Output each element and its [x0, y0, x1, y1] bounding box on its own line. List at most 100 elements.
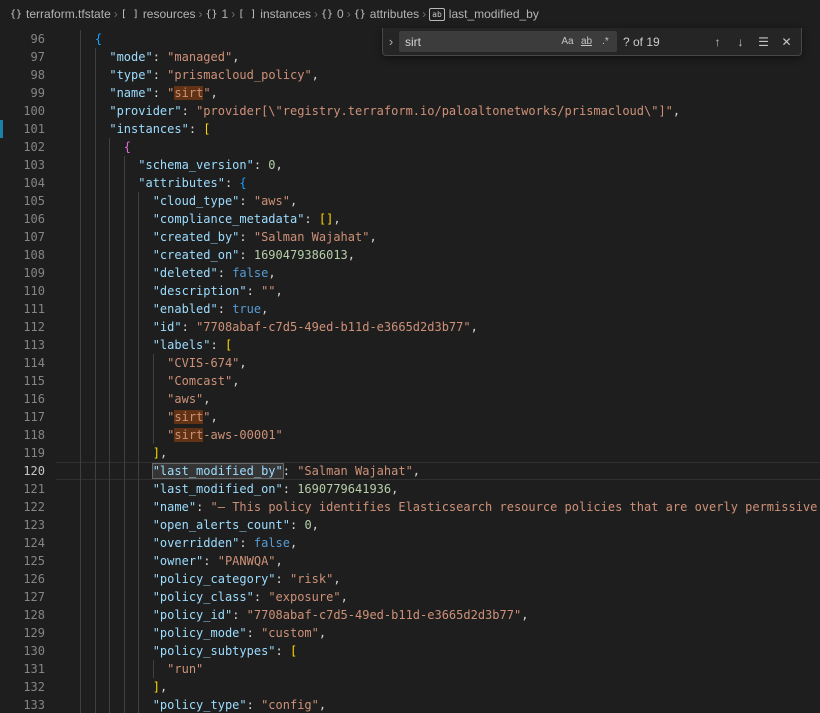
code-line[interactable]: 119 ],: [0, 444, 820, 462]
code-line[interactable]: 131 "run": [0, 660, 820, 678]
line-number[interactable]: 128: [0, 606, 45, 624]
line-number[interactable]: 111: [0, 300, 45, 318]
breadcrumb-separator-icon: ›: [422, 7, 426, 21]
braces-icon: {}: [10, 9, 22, 20]
breadcrumb-item-terraform.tfstate[interactable]: {}terraform.tfstate: [10, 7, 111, 21]
toggle-replace-icon[interactable]: ›: [383, 28, 399, 55]
line-number[interactable]: 121: [0, 480, 45, 498]
breadcrumb-label: instances: [260, 7, 311, 21]
find-input[interactable]: [405, 35, 558, 49]
line-number[interactable]: 100: [0, 102, 45, 120]
code-line[interactable]: 98 "type": "prismacloud_policy",: [0, 66, 820, 84]
breadcrumb-item-0[interactable]: {}0: [321, 7, 344, 21]
breadcrumb-item-last_modified_by[interactable]: ablast_modified_by: [429, 7, 539, 21]
code-line[interactable]: 110 "description": "",: [0, 282, 820, 300]
code-line[interactable]: 126 "policy_category": "risk",: [0, 570, 820, 588]
line-number[interactable]: 98: [0, 66, 45, 84]
code-line[interactable]: 128 "policy_id": "7708abaf-c7d5-49ed-b11…: [0, 606, 820, 624]
line-number[interactable]: 108: [0, 246, 45, 264]
line-content: "enabled": true,: [66, 300, 820, 318]
code-line[interactable]: 112 "id": "7708abaf-c7d5-49ed-b11d-e3665…: [0, 318, 820, 336]
code-line[interactable]: 109 "deleted": false,: [0, 264, 820, 282]
line-number[interactable]: 133: [0, 696, 45, 713]
code-line[interactable]: 100 "provider": "provider[\"registry.ter…: [0, 102, 820, 120]
line-number[interactable]: 126: [0, 570, 45, 588]
breadcrumb-item-resources[interactable]: [ ]resources: [121, 7, 196, 21]
code-line[interactable]: 106 "compliance_metadata": [],: [0, 210, 820, 228]
line-number[interactable]: 129: [0, 624, 45, 642]
find-in-selection-button[interactable]: ☰: [753, 32, 774, 52]
line-number[interactable]: 131: [0, 660, 45, 678]
code-line[interactable]: 125 "owner": "PANWQA",: [0, 552, 820, 570]
code-line[interactable]: 120 "last_modified_by": "Salman Wajahat"…: [0, 462, 820, 480]
code-line[interactable]: 101 "instances": [: [0, 120, 820, 138]
line-number[interactable]: 96: [0, 30, 45, 48]
line-number[interactable]: 130: [0, 642, 45, 660]
breadcrumb-item-1[interactable]: {}1: [206, 7, 229, 21]
breadcrumb-item-attributes[interactable]: {}attributes: [354, 7, 419, 21]
line-number[interactable]: 102: [0, 138, 45, 156]
line-number[interactable]: 105: [0, 192, 45, 210]
code-line[interactable]: 99 "name": "sirt",: [0, 84, 820, 102]
line-number[interactable]: 113: [0, 336, 45, 354]
line-number[interactable]: 110: [0, 282, 45, 300]
code-line[interactable]: 122 "name": "– This policy identifies El…: [0, 498, 820, 516]
line-content: "last_modified_by": "Salman Wajahat",: [66, 462, 820, 480]
line-number[interactable]: 115: [0, 372, 45, 390]
line-number[interactable]: 106: [0, 210, 45, 228]
breadcrumb-label: 1: [222, 7, 229, 21]
line-number[interactable]: 125: [0, 552, 45, 570]
line-number[interactable]: 116: [0, 390, 45, 408]
code-line[interactable]: 123 "open_alerts_count": 0,: [0, 516, 820, 534]
code-line[interactable]: 116 "aws",: [0, 390, 820, 408]
previous-match-button[interactable]: ↑: [707, 32, 728, 52]
code-line[interactable]: 113 "labels": [: [0, 336, 820, 354]
code-line[interactable]: 102 {: [0, 138, 820, 156]
code-line[interactable]: 124 "overridden": false,: [0, 534, 820, 552]
line-number[interactable]: 109: [0, 264, 45, 282]
code-line[interactable]: 121 "last_modified_on": 1690779641936,: [0, 480, 820, 498]
line-number[interactable]: 99: [0, 84, 45, 102]
code-line[interactable]: 127 "policy_class": "exposure",: [0, 588, 820, 606]
code-line[interactable]: 104 "attributes": {: [0, 174, 820, 192]
line-number[interactable]: 127: [0, 588, 45, 606]
line-number[interactable]: 117: [0, 408, 45, 426]
line-number[interactable]: 122: [0, 498, 45, 516]
code-line[interactable]: 129 "policy_mode": "custom",: [0, 624, 820, 642]
line-number[interactable]: 114: [0, 354, 45, 372]
line-number[interactable]: 103: [0, 156, 45, 174]
code-line[interactable]: 118 "sirt-aws-00001": [0, 426, 820, 444]
line-number[interactable]: 101: [0, 120, 45, 138]
code-line[interactable]: 111 "enabled": true,: [0, 300, 820, 318]
code-line[interactable]: 115 "Comcast",: [0, 372, 820, 390]
match-case-button[interactable]: Aa: [558, 33, 577, 50]
line-number[interactable]: 104: [0, 174, 45, 192]
line-number[interactable]: 132: [0, 678, 45, 696]
code-line[interactable]: 105 "cloud_type": "aws",: [0, 192, 820, 210]
regex-button[interactable]: .*: [596, 33, 615, 50]
line-number[interactable]: 97: [0, 48, 45, 66]
code-text: "mode": "managed",: [66, 50, 239, 64]
close-button[interactable]: ✕: [776, 32, 797, 52]
next-match-button[interactable]: ↓: [730, 32, 751, 52]
line-number[interactable]: 123: [0, 516, 45, 534]
line-number[interactable]: 107: [0, 228, 45, 246]
code-line[interactable]: 117 "sirt",: [0, 408, 820, 426]
token: ,: [160, 446, 167, 460]
code-line[interactable]: 108 "created_on": 1690479386013,: [0, 246, 820, 264]
line-number[interactable]: 119: [0, 444, 45, 462]
breadcrumb-item-instances[interactable]: [ ]instances: [238, 7, 311, 21]
token: :: [218, 302, 232, 316]
code-line[interactable]: 132 ],: [0, 678, 820, 696]
line-number[interactable]: 124: [0, 534, 45, 552]
code-line[interactable]: 130 "policy_subtypes": [: [0, 642, 820, 660]
code-line[interactable]: 107 "created_by": "Salman Wajahat",: [0, 228, 820, 246]
code-line[interactable]: 103 "schema_version": 0,: [0, 156, 820, 174]
line-number[interactable]: 118: [0, 426, 45, 444]
line-number[interactable]: 112: [0, 318, 45, 336]
line-number[interactable]: 120: [0, 462, 45, 480]
whole-word-button[interactable]: ab: [577, 33, 596, 50]
token: "policy_class": [153, 590, 254, 604]
code-line[interactable]: 114 "CVIS-674",: [0, 354, 820, 372]
code-line[interactable]: 133 "policy_type": "config",: [0, 696, 820, 713]
